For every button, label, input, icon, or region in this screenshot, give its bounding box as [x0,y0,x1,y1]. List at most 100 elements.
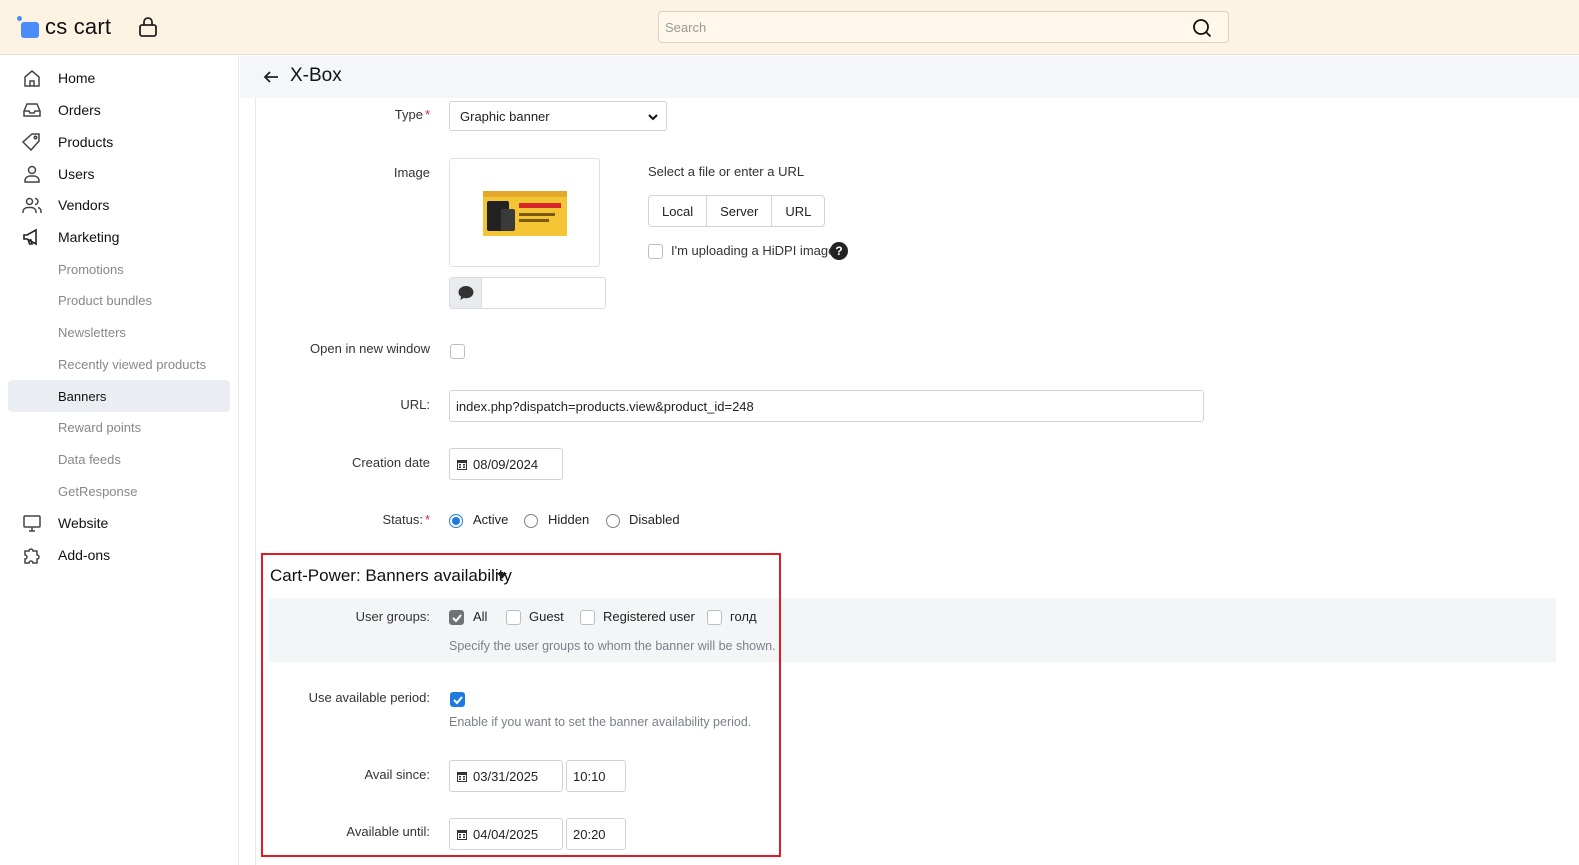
logo-text: cs cart [45,14,112,39]
alt-text-group[interactable] [449,277,606,309]
sidebar-item-addons[interactable]: Add-ons [8,540,230,570]
open-new-window-checkbox[interactable] [450,344,465,359]
user-group-gold-label: голд [730,609,757,624]
caret-down-icon[interactable] [497,573,507,579]
hidpi-checkbox[interactable] [648,244,663,259]
status-disabled-label: Disabled [629,512,680,527]
tag-icon [22,133,40,152]
cs-cart-logo[interactable]: cs cart [17,14,111,40]
avail-since-label: Avail since: [364,767,430,782]
home-icon [24,70,40,87]
sidebar-item-label: Home [58,70,96,86]
user-icon [24,165,40,183]
sidebar-item-label: Orders [58,102,101,118]
select-file-text: Select a file or enter a URL [648,164,805,179]
avail-until-label: Available until: [346,824,430,839]
search-input[interactable] [659,12,1228,42]
calendar-icon [457,771,467,782]
banner-thumbnail-image [483,191,567,236]
sidebar-subitem-newsletters[interactable]: Newsletters [8,317,230,347]
sidebar-item-label: Add-ons [58,547,111,563]
user-group-registered-checkbox[interactable] [580,610,595,625]
sidebar-subitem-label: Recently viewed products [58,356,207,372]
search-icon[interactable] [1192,18,1212,38]
top-bar: cs cart [0,0,1579,55]
user-group-registered-label: Registered user [603,609,695,624]
sidebar-item-label: Website [58,515,109,531]
user-group-guest-checkbox[interactable] [506,610,521,625]
sidebar-item-label: Products [58,134,114,150]
creation-date-input[interactable]: 08/09/2024 [449,448,563,480]
sidebar-item-vendors[interactable]: Vendors [8,190,230,220]
sidebar-item-label: Vendors [58,197,110,213]
use-period-label: Use available period: [308,690,430,705]
megaphone-icon [23,228,37,246]
sidebar-item-orders[interactable]: Orders [8,95,230,125]
sidebar-subitem-label: Data feeds [58,451,121,467]
sidebar-item-products[interactable]: Products [8,127,230,157]
sidebar-item-label: Users [58,166,95,182]
page-title: X-Box [290,65,342,86]
type-select[interactable]: Graphic banner [449,101,667,131]
status-active-radio[interactable] [449,514,463,528]
avail-until-time-input[interactable]: 20:20 [566,818,626,850]
chevron-down-icon [648,114,658,121]
sidebar-subitem-reward-points[interactable]: Reward points [8,412,230,442]
use-period-checkbox[interactable] [450,692,465,707]
hidpi-label: I'm uploading a HiDPI image. [671,243,839,258]
creation-date-label: Creation date [351,455,430,470]
use-period-help: Enable if you want to set the banner ava… [449,715,752,729]
puzzle-icon [24,548,40,564]
sidebar-subitem-recently-viewed[interactable]: Recently viewed products [8,349,230,379]
avail-until-date-input[interactable]: 04/04/2025 [449,818,563,850]
calendar-icon [457,829,467,840]
url-label: URL: [400,397,430,412]
status-active-label: Active [473,512,509,527]
lock-icon[interactable] [138,16,158,38]
sidebar-subitem-data-feeds[interactable]: Data feeds [8,444,230,474]
local-button[interactable]: Local [649,196,708,226]
sidebar-subitem-getresponse[interactable]: GetResponse [8,476,230,506]
open-new-window-label: Open in new window [310,341,430,356]
image-preview[interactable] [449,158,600,267]
sidebar-item-marketing[interactable]: Marketing [8,222,230,252]
server-button[interactable]: Server [707,196,773,226]
calendar-icon [457,459,467,470]
user-groups-help: Specify the user groups to whom the bann… [449,639,776,653]
search-box[interactable] [658,11,1229,43]
sidebar-subitem-label: Reward points [58,419,142,435]
avail-since-time-input[interactable]: 10:10 [566,760,626,792]
help-icon[interactable]: ? [830,242,848,260]
status-hidden-radio[interactable] [524,514,538,528]
sidebar-item-website[interactable]: Website [8,508,230,538]
image-source-buttons: Local Server URL [648,195,826,227]
url-input[interactable]: index.php?dispatch=products.view&product… [449,390,1204,422]
avail-until-date-value: 04/04/2025 [473,826,539,842]
user-group-guest-label: Guest [529,609,564,624]
user-group-all-checkbox[interactable] [449,610,464,625]
inbox-icon [23,103,41,117]
image-label: Image [393,165,430,180]
user-group-gold-checkbox[interactable] [707,610,722,625]
sidebar-subitem-banners[interactable]: Banners [8,380,230,412]
sidebar-subitem-label: Newsletters [58,324,126,340]
sidebar-subitem-label: Promotions [58,261,124,277]
users-icon [22,197,42,213]
status-disabled-radio[interactable] [606,514,620,528]
user-group-all-label: All [473,609,488,624]
sidebar-subitem-product-bundles[interactable]: Product bundles [8,285,230,315]
sidebar-item-users[interactable]: Users [8,159,230,189]
url-button[interactable]: URL [772,196,824,226]
status-hidden-label: Hidden [548,512,590,527]
sidebar-item-home[interactable]: Home [8,63,230,93]
highlight-box [261,553,781,857]
avail-since-date-input[interactable]: 03/31/2025 [449,760,563,792]
sidebar: Home Orders Products Users Vendors Marke… [0,56,239,865]
availability-section-title[interactable]: Cart-Power: Banners availability [270,566,512,586]
logo-mark-icon [17,16,39,38]
creation-date-value: 08/09/2024 [473,456,539,472]
avail-since-date-value: 03/31/2025 [473,768,539,784]
back-arrow-icon[interactable] [262,68,280,86]
sidebar-subitem-label: Product bundles [58,292,152,308]
sidebar-subitem-promotions[interactable]: Promotions [8,254,230,284]
